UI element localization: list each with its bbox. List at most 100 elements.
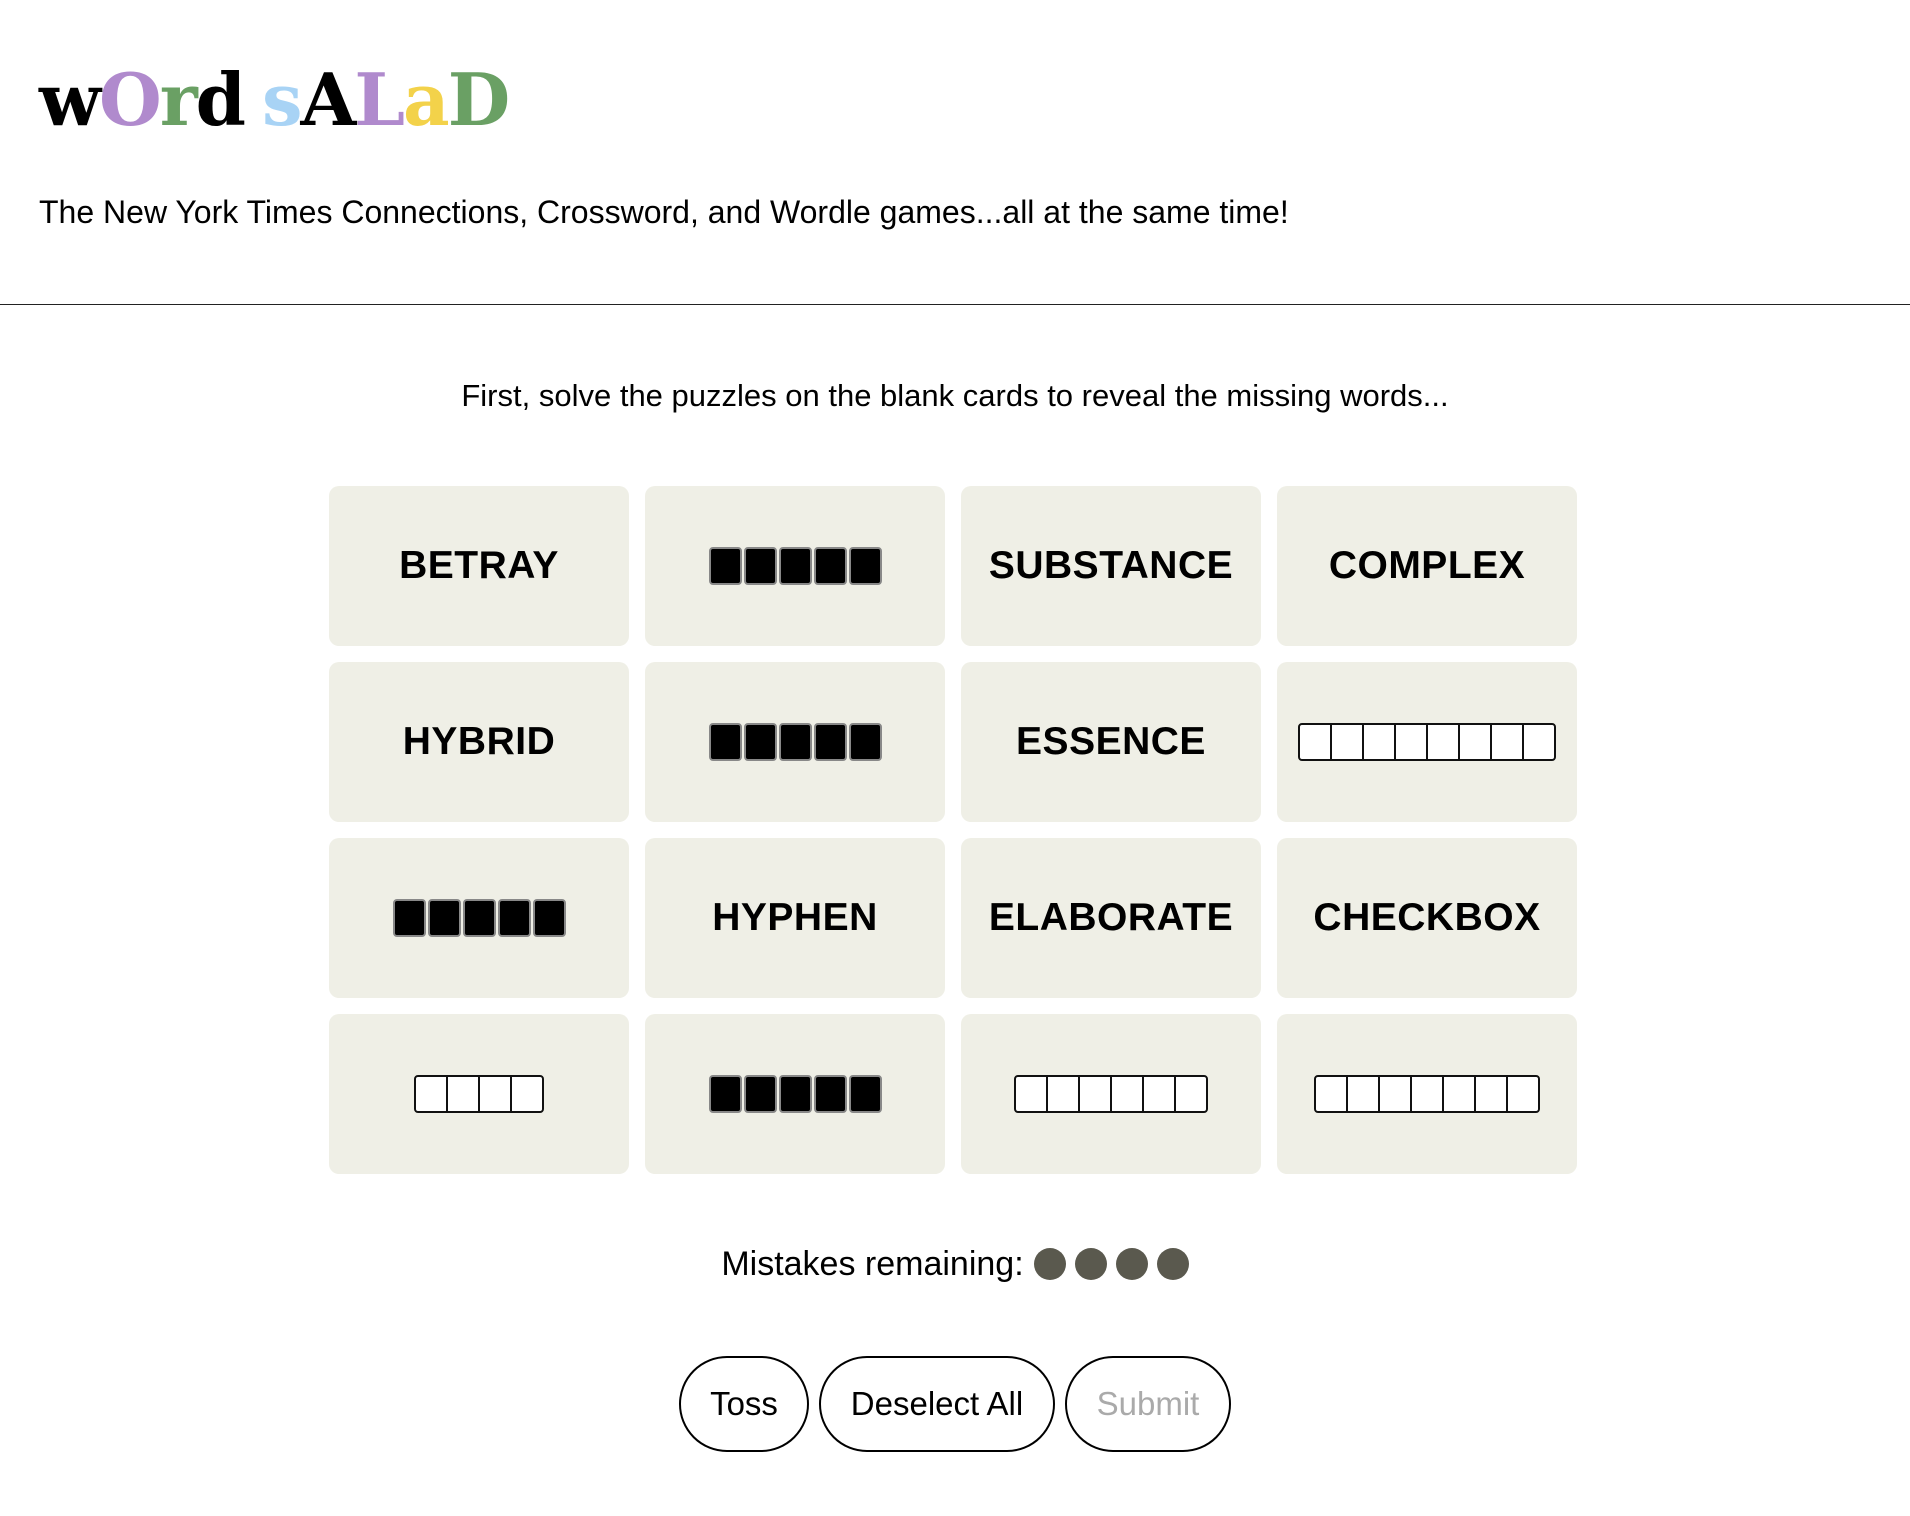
- letter-tile: [1426, 723, 1460, 761]
- letter-tile: [497, 899, 531, 937]
- letter-tile: [1378, 1075, 1412, 1113]
- toss-button[interactable]: Toss: [679, 1356, 809, 1452]
- card-word: ESSENCE: [1016, 720, 1206, 763]
- letter-tile: [392, 899, 426, 937]
- word-card[interactable]: BETRAY: [329, 486, 629, 646]
- letter-tile: [446, 1075, 480, 1113]
- mistake-dot: [1033, 1248, 1066, 1280]
- card-word: BETRAY: [399, 544, 559, 587]
- hidden-word-card[interactable]: [645, 1014, 945, 1174]
- logo-letter: r: [159, 57, 198, 142]
- letter-tile: [1490, 723, 1524, 761]
- logo-letter: d: [195, 57, 246, 142]
- letter-tile: [462, 899, 496, 937]
- letter-tile: [510, 1075, 544, 1113]
- card-word: HYBRID: [402, 720, 556, 763]
- word-card[interactable]: HYPHEN: [645, 838, 945, 998]
- card-word: CHECKBOX: [1313, 896, 1541, 939]
- letter-tile: [1110, 1075, 1144, 1113]
- letter-tile: [478, 1075, 512, 1113]
- card-word: SUBSTANCE: [988, 544, 1234, 587]
- mistake-dots: [1033, 1248, 1189, 1280]
- letter-tile: [1142, 1075, 1176, 1113]
- letter-tile: [1298, 723, 1332, 761]
- letter-tile: [414, 1075, 448, 1113]
- word-salad-logo: wOrdsALaD: [39, 57, 510, 142]
- mistake-dot: [1115, 1248, 1148, 1280]
- mistakes-remaining: Mistakes remaining:: [0, 1244, 1910, 1284]
- letter-tile: [1078, 1075, 1112, 1113]
- letter-tile: [743, 1075, 777, 1113]
- logo-letter: L: [354, 57, 405, 142]
- letter-tile: [1014, 1075, 1048, 1113]
- letter-tile: [778, 1075, 812, 1113]
- hidden-word-card[interactable]: [329, 838, 629, 998]
- blank-puzzle-card[interactable]: [1277, 1014, 1577, 1174]
- letter-tile: [743, 547, 777, 585]
- logo-letter: w: [39, 57, 101, 142]
- blank-puzzle-card[interactable]: [961, 1014, 1261, 1174]
- letter-tile: [1330, 723, 1364, 761]
- header: wOrdsALaD: [39, 57, 510, 142]
- letter-tile: [1314, 1075, 1348, 1113]
- mistakes-label: Mistakes remaining:: [721, 1245, 1024, 1283]
- deselect-all-button[interactable]: Deselect All: [819, 1356, 1055, 1452]
- empty-letter-tiles: [1014, 1075, 1208, 1113]
- card-word: HYPHEN: [712, 896, 878, 939]
- empty-letter-tiles: [414, 1075, 544, 1113]
- letter-tile: [813, 547, 847, 585]
- letter-tile: [708, 1075, 742, 1113]
- card-word: ELABORATE: [988, 896, 1234, 939]
- letter-tile: [1362, 723, 1396, 761]
- empty-letter-tiles: [1314, 1075, 1540, 1113]
- filled-letter-tiles: [708, 723, 882, 761]
- blank-puzzle-card[interactable]: [1277, 662, 1577, 822]
- letter-tile: [1346, 1075, 1380, 1113]
- filled-letter-tiles: [708, 547, 882, 585]
- submit-button[interactable]: Submit: [1065, 1356, 1231, 1452]
- letter-tile: [1394, 723, 1428, 761]
- logo-letter: s: [261, 57, 303, 142]
- mistake-dot: [1156, 1248, 1189, 1280]
- letter-tile: [813, 1075, 847, 1113]
- letter-tile: [708, 723, 742, 761]
- letter-tile: [778, 547, 812, 585]
- letter-tile: [1410, 1075, 1444, 1113]
- mistake-dot: [1074, 1248, 1107, 1280]
- word-card[interactable]: SUBSTANCE: [961, 486, 1261, 646]
- instructions-text: First, solve the puzzles on the blank ca…: [461, 378, 1449, 413]
- letter-tile: [778, 723, 812, 761]
- hidden-word-card[interactable]: [645, 486, 945, 646]
- letter-tile: [848, 1075, 882, 1113]
- letter-tile: [1506, 1075, 1540, 1113]
- letter-tile: [848, 547, 882, 585]
- letter-tile: [1174, 1075, 1208, 1113]
- logo-letter: D: [447, 57, 510, 142]
- letter-tile: [1474, 1075, 1508, 1113]
- word-card[interactable]: COMPLEX: [1277, 486, 1577, 646]
- letter-tile: [427, 899, 461, 937]
- word-card[interactable]: ELABORATE: [961, 838, 1261, 998]
- letter-tile: [1522, 723, 1556, 761]
- card-grid: BETRAY SUBSTANCE COMPLEX HYBRID ESSENCE HYPHE…: [329, 486, 1577, 1174]
- blank-puzzle-card[interactable]: [329, 1014, 629, 1174]
- letter-tile: [743, 723, 777, 761]
- filled-letter-tiles: [392, 899, 566, 937]
- hidden-word-card[interactable]: [645, 662, 945, 822]
- action-buttons: Toss Deselect All Submit: [0, 1356, 1910, 1452]
- word-card[interactable]: CHECKBOX: [1277, 838, 1577, 998]
- logo-letter: A: [300, 57, 357, 142]
- tagline: The New York Times Connections, Crosswor…: [39, 194, 1289, 230]
- letter-tile: [1046, 1075, 1080, 1113]
- logo-letter: O: [98, 57, 162, 142]
- filled-letter-tiles: [708, 1075, 882, 1113]
- word-card[interactable]: ESSENCE: [961, 662, 1261, 822]
- header-divider: [0, 304, 1910, 305]
- word-card[interactable]: HYBRID: [329, 662, 629, 822]
- empty-letter-tiles: [1298, 723, 1556, 761]
- card-word: COMPLEX: [1328, 544, 1526, 587]
- letter-tile: [1442, 1075, 1476, 1113]
- letter-tile: [708, 547, 742, 585]
- letter-tile: [848, 723, 882, 761]
- letter-tile: [813, 723, 847, 761]
